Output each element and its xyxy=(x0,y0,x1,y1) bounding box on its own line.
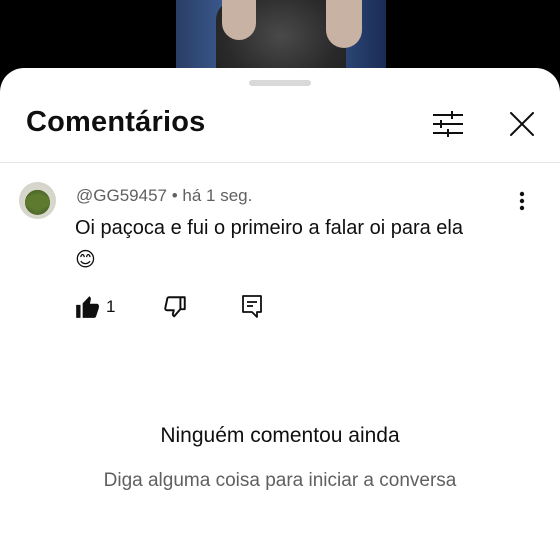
sliders-icon xyxy=(433,111,463,137)
video-hand xyxy=(326,0,362,48)
drag-handle[interactable] xyxy=(249,80,311,86)
meta-separator: • xyxy=(171,186,178,205)
avatar[interactable] xyxy=(19,182,56,219)
close-icon xyxy=(510,112,534,136)
close-button[interactable] xyxy=(502,104,542,144)
thumbs-up-icon xyxy=(76,296,99,318)
reply-icon xyxy=(242,295,262,318)
dislike-button[interactable] xyxy=(162,294,188,320)
reply-button[interactable] xyxy=(240,294,266,320)
empty-state-title: Ninguém comentou ainda xyxy=(160,424,400,447)
filter-button[interactable] xyxy=(428,104,468,144)
comment-meta: @GG59457 • há 1 seg. xyxy=(76,186,252,206)
avatar-image xyxy=(25,194,50,209)
comment-emoji: 😊 xyxy=(75,249,96,271)
sheet-title: Comentários xyxy=(26,106,206,138)
comment-author[interactable]: @GG59457 xyxy=(76,186,167,205)
comment-item: @GG59457 • há 1 seg. Oi paçoca e fui o p… xyxy=(0,176,560,326)
header-divider xyxy=(0,162,560,163)
like-count: 1 xyxy=(106,297,116,316)
comment-more-button[interactable] xyxy=(508,186,536,216)
comment-time: há 1 seg. xyxy=(182,186,253,205)
comment-body: Oi paçoca e fui o primeiro a falar oi pa… xyxy=(75,217,463,239)
thumbs-down-icon xyxy=(164,296,186,318)
like-button[interactable] xyxy=(74,294,100,320)
comments-sheet: Comentários @GG59457 • há 1 seg. Oi paço… xyxy=(0,68,560,560)
comment-text: Oi paçoca e fui o primeiro a falar oi pa… xyxy=(75,212,515,276)
video-hand xyxy=(222,0,256,40)
more-vertical-icon xyxy=(519,191,525,211)
empty-state-subtitle: Diga alguma coisa para iniciar a convers… xyxy=(103,470,457,491)
